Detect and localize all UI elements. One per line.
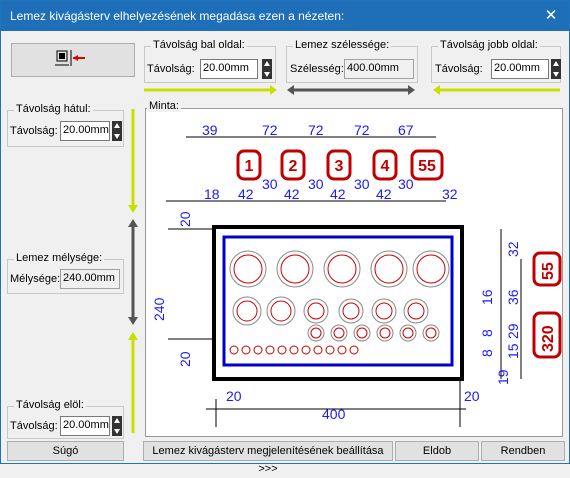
dim-top-72b: 72 (308, 122, 324, 138)
front-margin-arrow-head (128, 332, 138, 340)
spin-up-icon[interactable] (112, 121, 122, 131)
sheet-depth-title: Lemez mélysége: (14, 252, 105, 264)
dim-lower-42a: 42 (238, 186, 254, 202)
spin-up-icon[interactable] (551, 59, 561, 69)
help-button[interactable]: Súgó (7, 441, 124, 461)
back-margin-spinner[interactable] (112, 121, 122, 141)
right-margin-title: Távolság jobb oldal: (438, 39, 540, 51)
dim-right-29: 29 (505, 323, 521, 339)
dim-right-19: 19 (495, 369, 511, 385)
preview-drawing: 39 72 72 72 67 30 30 30 30 18 42 42 42 4… (151, 122, 562, 427)
dim-upper-30d: 30 (398, 176, 414, 192)
spin-down-icon[interactable] (262, 69, 272, 79)
sheet-depth-label: Mélysége: (10, 273, 61, 285)
front-margin-input[interactable]: 20.00mm (60, 416, 110, 436)
dim-lower-42b: 42 (284, 186, 300, 202)
right-margin-input[interactable]: 20.00mm (491, 59, 549, 79)
dim-top-39: 39 (202, 122, 218, 138)
dim-bottom-400: 400 (322, 406, 346, 422)
preview-panel: 39 72 72 72 67 30 30 30 30 18 42 42 42 4… (145, 108, 563, 437)
back-margin-arrow-head (128, 205, 138, 213)
tag-right-55: 55 (540, 262, 557, 280)
back-margin-input[interactable]: 20.00mm (60, 121, 110, 141)
title-bar: Lemez kivágásterv elhelyezésének megadás… (1, 1, 569, 31)
dialog-window: Lemez kivágásterv elhelyezésének megadás… (0, 0, 570, 475)
left-margin-arrow-head (270, 85, 277, 95)
dim-upper-30b: 30 (308, 176, 324, 192)
dim-lower-42c: 42 (330, 186, 346, 202)
front-margin-spinner[interactable] (112, 416, 122, 436)
sheet-depth-arrow-bottom-head (128, 317, 138, 325)
ok-button[interactable]: Rendben (481, 441, 565, 461)
side-arrows (128, 109, 138, 433)
tag-3: 3 (335, 158, 344, 175)
sheet-depth-arrow-top-head (128, 219, 138, 227)
back-margin-label: Távolság: (10, 125, 58, 137)
spin-up-icon[interactable] (112, 416, 122, 426)
front-margin-label: Távolság: (10, 420, 58, 432)
tag-4: 4 (381, 158, 390, 175)
dim-lower-18: 18 (204, 186, 220, 202)
dim-bottom-20a: 20 (226, 388, 242, 404)
tag-1: 1 (245, 158, 254, 175)
sheet-depth-field: 240.00mm (60, 269, 120, 289)
dim-left-20a: 20 (177, 211, 193, 227)
dim-upper-30c: 30 (354, 176, 370, 192)
dim-left-240: 240 (151, 297, 167, 321)
left-margin-title: Távolság bal oldal: (151, 39, 247, 51)
dim-right-15: 15 (505, 343, 521, 359)
spin-down-icon[interactable] (112, 131, 122, 141)
right-margin-label: Távolság: (435, 63, 483, 75)
dim-right-32: 32 (505, 241, 521, 257)
tag-2: 2 (289, 158, 298, 175)
tag-right-320: 320 (540, 325, 557, 352)
display-settings-button[interactable]: Lemez kivágásterv megjelenítésének beáll… (143, 441, 393, 475)
dim-bottom-20b: 20 (464, 388, 480, 404)
fit-sheet-icon (55, 50, 85, 66)
parts (229, 250, 450, 355)
fit-sheet-button[interactable] (11, 43, 135, 77)
sheet-width-field: 400.00mm (344, 59, 414, 79)
front-margin-title: Távolság elöl: (14, 399, 86, 411)
left-margin-label: Távolság: (147, 63, 195, 75)
close-icon[interactable]: ✕ (533, 1, 569, 31)
dim-right-16: 16 (479, 289, 495, 305)
dim-right-8a: 8 (479, 329, 495, 337)
left-margin-input[interactable]: 20.00mm (200, 59, 258, 79)
dim-upper-30a: 30 (262, 176, 278, 192)
spin-up-icon[interactable] (262, 59, 272, 69)
top-arrows (144, 85, 560, 95)
discard-button[interactable]: Eldob (395, 441, 479, 461)
right-margin-arrow-head (433, 85, 440, 95)
sheet-width-arrow-right-head (408, 85, 415, 95)
back-margin-title: Távolság hátul: (14, 103, 93, 115)
spin-down-icon[interactable] (551, 69, 561, 79)
tag-55: 55 (418, 158, 436, 175)
dim-top-67: 67 (398, 122, 414, 138)
dim-lower-42d: 42 (376, 186, 392, 202)
dim-top-72c: 72 (354, 122, 370, 138)
dim-left-20b: 20 (177, 351, 193, 367)
dim-top-72a: 72 (262, 122, 278, 138)
preview-title: Minta: (147, 100, 181, 112)
spin-down-icon[interactable] (112, 426, 122, 436)
right-margin-spinner[interactable] (551, 59, 561, 79)
sheet-width-title: Lemez szélessége: (293, 39, 392, 51)
dim-right-36: 36 (505, 289, 521, 305)
sheet-width-label: Szélesség: (290, 63, 344, 75)
left-margin-spinner[interactable] (262, 59, 272, 79)
window-title: Lemez kivágásterv elhelyezésének megadás… (10, 9, 345, 23)
dim-right-8b: 8 (479, 349, 495, 357)
dim-lower-32: 32 (442, 186, 458, 202)
sheet-width-arrow-left-head (287, 85, 294, 95)
